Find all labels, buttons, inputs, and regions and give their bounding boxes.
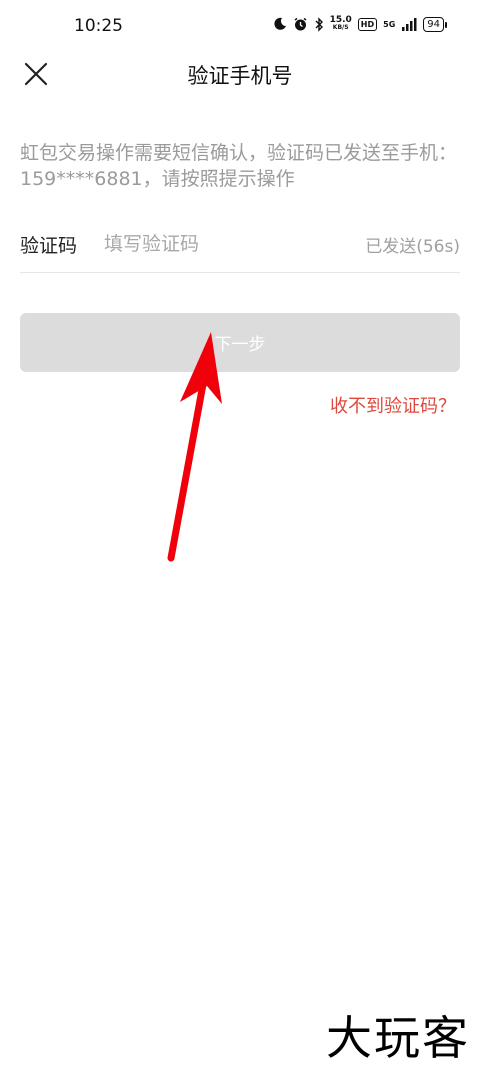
header: 验证手机号 xyxy=(0,52,480,96)
status-icons: 15.0 KB/S HD 5G 94 xyxy=(273,16,447,32)
next-button[interactable]: 下一步 xyxy=(20,313,460,372)
network-speed-unit: KB/S xyxy=(332,24,349,31)
hd-badge: HD xyxy=(357,17,378,31)
status-time: 10:25 xyxy=(74,16,123,36)
resend-countdown: 已发送(56s) xyxy=(365,236,460,257)
watermark: 大玩客 xyxy=(326,1011,470,1065)
alarm-icon xyxy=(294,17,307,30)
verification-code-row: 验证码 已发送(56s) xyxy=(20,216,460,273)
bluetooth-icon xyxy=(315,16,323,32)
status-bar: 10:25 15.0 KB/S HD 5G 94 xyxy=(0,0,480,56)
page-title: 验证手机号 xyxy=(187,64,293,88)
verification-description: 虹包交易操作需要短信确认，验证码已发送至手机：159****6881，请按照提示… xyxy=(20,142,458,190)
moon-icon xyxy=(273,17,286,30)
code-input[interactable] xyxy=(104,233,366,255)
code-label: 验证码 xyxy=(20,234,78,257)
network-speed-value: 15.0 xyxy=(329,15,352,25)
network-type: 5G xyxy=(383,19,396,29)
battery-indicator: 94 xyxy=(423,16,447,32)
no-code-help-link[interactable]: 收不到验证码？ xyxy=(330,392,456,418)
network-speed: 15.0 KB/S xyxy=(330,16,352,32)
signal-icon xyxy=(402,17,417,31)
next-button-label: 下一步 xyxy=(214,335,266,355)
